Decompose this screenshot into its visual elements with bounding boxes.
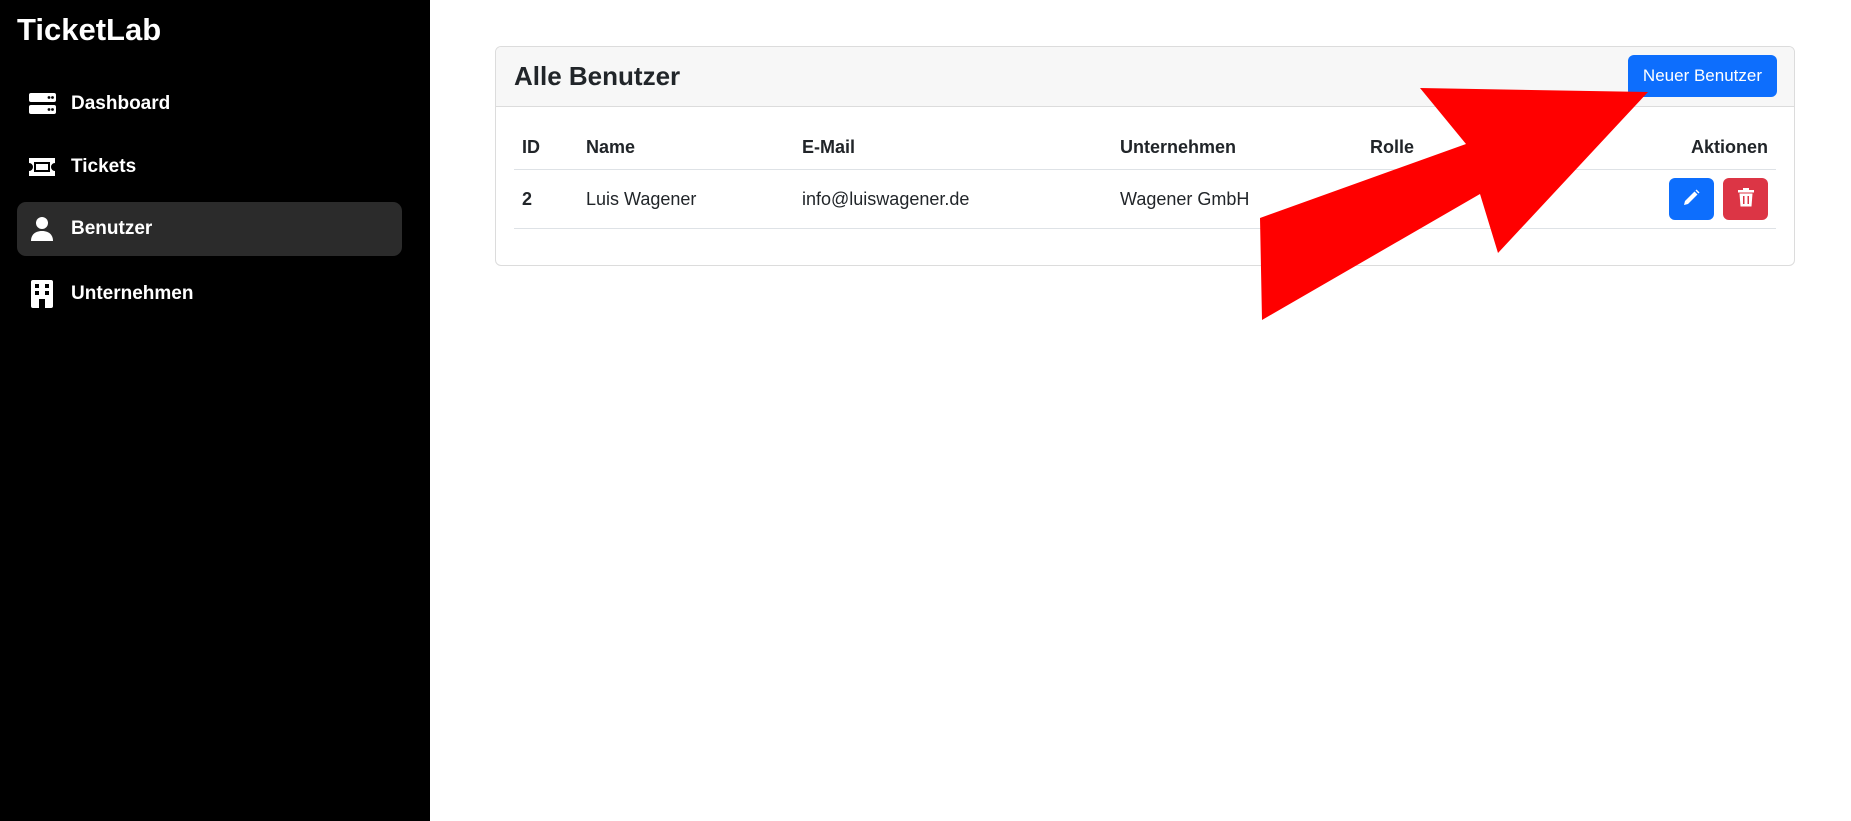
- sidebar: TicketLab Dashboard Tickets Benutzer Unt…: [0, 0, 430, 821]
- cell-company: Wagener GmbH: [1112, 169, 1362, 229]
- new-user-button[interactable]: Neuer Benutzer: [1627, 55, 1777, 97]
- card-header: Alle Benutzer Neuer Benutzer: [496, 47, 1794, 107]
- cell-role: [1362, 169, 1488, 229]
- ticket-icon: [27, 152, 57, 182]
- cell-actions: [1487, 169, 1776, 229]
- server-icon: [27, 89, 57, 119]
- trash-icon: [1737, 188, 1754, 210]
- column-header-email[interactable]: E-Mail: [794, 125, 1112, 170]
- users-table: ID Name E-Mail Unternehmen Rolle Aktione…: [514, 125, 1776, 229]
- sidebar-item-label: Unternehmen: [71, 283, 194, 304]
- column-header-actions: Aktionen: [1487, 125, 1776, 170]
- sidebar-item-label: Dashboard: [71, 93, 171, 114]
- sidebar-item-unternehmen[interactable]: Unternehmen: [17, 267, 402, 321]
- user-icon: [27, 214, 57, 244]
- edit-button[interactable]: [1668, 178, 1714, 220]
- sidebar-item-label: Tickets: [71, 156, 137, 177]
- page-title: Alle Benutzer: [514, 61, 681, 91]
- building-icon: [27, 279, 57, 309]
- users-card: Alle Benutzer Neuer Benutzer ID Name E-M…: [495, 46, 1795, 266]
- sidebar-item-benutzer[interactable]: Benutzer: [17, 202, 402, 256]
- cell-email: info@luiswagener.de: [794, 169, 1112, 229]
- sidebar-item-tickets[interactable]: Tickets: [17, 140, 402, 194]
- pencil-icon: [1682, 189, 1700, 210]
- column-header-name[interactable]: Name: [578, 125, 794, 170]
- sidebar-item-label: Benutzer: [71, 218, 153, 239]
- column-header-company[interactable]: Unternehmen: [1112, 125, 1362, 170]
- cell-id: 2: [514, 169, 578, 229]
- cell-name: Luis Wagener: [578, 169, 794, 229]
- brand-logo[interactable]: TicketLab: [17, 12, 161, 48]
- table-header-row: ID Name E-Mail Unternehmen Rolle Aktione…: [514, 125, 1776, 170]
- delete-button[interactable]: [1723, 178, 1768, 220]
- sidebar-item-dashboard[interactable]: Dashboard: [17, 77, 402, 131]
- column-header-role[interactable]: Rolle: [1362, 125, 1488, 170]
- column-header-id[interactable]: ID: [514, 125, 578, 170]
- table-row[interactable]: 2 Luis Wagener info@luiswagener.de Wagen…: [514, 169, 1776, 229]
